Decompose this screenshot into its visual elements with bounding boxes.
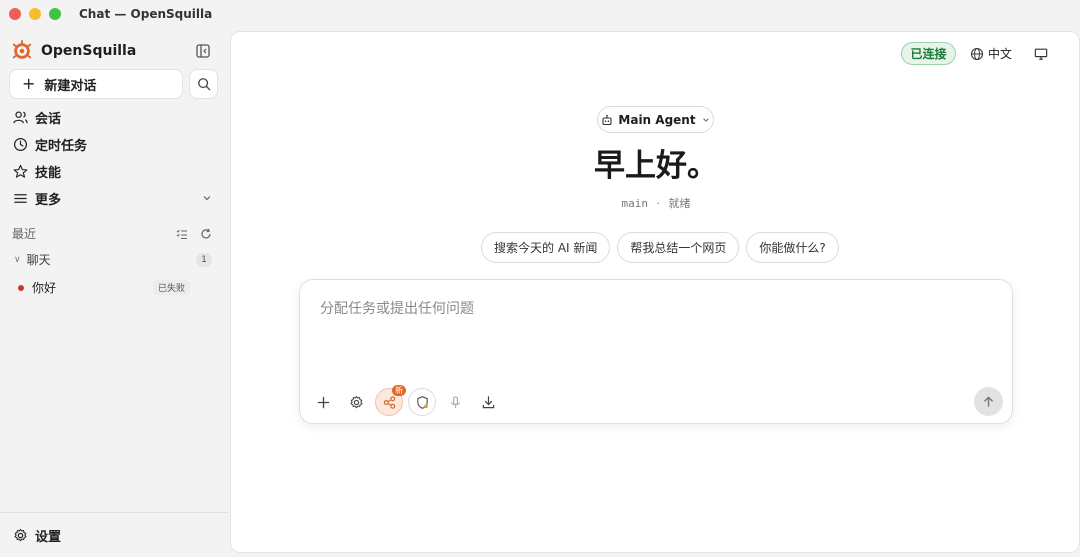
close-window-button[interactable]	[9, 8, 21, 20]
window-title: Chat — OpenSquilla	[79, 7, 213, 21]
robot-icon	[602, 114, 612, 125]
clock-icon	[13, 137, 28, 151]
error-dot-icon	[18, 284, 24, 291]
brand: OpenSquilla	[11, 40, 136, 62]
suggestion-chip[interactable]: 帮我总结一个网页	[617, 232, 740, 263]
sidebar-item-label: 更多	[35, 192, 62, 208]
download-icon	[482, 395, 494, 408]
microphone-icon	[450, 395, 460, 408]
sidebar-item-label: 技能	[35, 165, 62, 181]
new-chat-label: 新建对话	[44, 78, 97, 94]
agent-id: main	[621, 197, 649, 210]
sidebar-item-label: 会话	[35, 111, 62, 127]
new-chat-button[interactable]: + 新建对话	[9, 69, 183, 99]
users-icon	[13, 110, 28, 123]
greeting-title: 早上好。	[594, 148, 718, 184]
sidebar-item-label: 定时任务	[35, 138, 88, 154]
agent-selector-label: Main Agent	[618, 112, 696, 127]
chevron-down-icon	[702, 117, 709, 122]
settings-button[interactable]: 设置	[13, 526, 61, 545]
recent-header: 最近	[12, 225, 212, 242]
main-panel: 已连接 中文 Main Agent 早上好。 main · 就绪 搜索今天的 A…	[230, 31, 1080, 553]
send-button[interactable]	[974, 387, 1003, 416]
chat-title: 你好	[32, 281, 57, 295]
squid-logo-icon	[12, 40, 32, 59]
safety-tool-button[interactable]	[408, 388, 436, 416]
agent-status-line: main · 就绪	[231, 195, 1080, 211]
message-composer: 新	[299, 279, 1013, 424]
app-window: Chat — OpenSquilla OpenSquilla + 新建对话 会话…	[0, 0, 1080, 557]
arrow-up-icon	[984, 396, 993, 407]
plus-icon	[317, 396, 329, 408]
sidebar-item-more[interactable]: 更多	[13, 188, 218, 208]
status-badge: 已失败	[152, 280, 190, 295]
attach-button[interactable]	[309, 388, 337, 416]
recent-label: 最近	[12, 227, 37, 241]
status-separator: ·	[656, 197, 661, 210]
chat-group-row[interactable]: ∨ 聊天 1	[14, 251, 212, 268]
shield-icon	[416, 395, 428, 409]
sidebar-divider	[0, 512, 228, 513]
settings-tool-button[interactable]	[342, 388, 370, 416]
share-tool-button[interactable]: 新	[375, 385, 406, 416]
download-button[interactable]	[474, 388, 502, 416]
plus-icon: +	[22, 74, 36, 93]
minimize-window-button[interactable]	[29, 8, 41, 20]
brand-name: OpenSquilla	[41, 43, 137, 59]
chat-group-count: 1	[196, 252, 212, 267]
search-icon	[197, 78, 210, 91]
list-item[interactable]: 你好 已失败	[18, 279, 190, 296]
search-button[interactable]	[189, 69, 218, 99]
sidebar-item-scheduled-tasks[interactable]: 定时任务	[13, 134, 218, 154]
suggestion-chips: 搜索今天的 AI 新闻 帮我总结一个网页 你能做什么?	[481, 232, 839, 263]
zoom-window-button[interactable]	[49, 8, 61, 20]
agent-state: 就绪	[668, 197, 691, 210]
language-switch-button[interactable]: 中文	[970, 45, 1012, 62]
title-bar: Chat — OpenSquilla	[0, 0, 1080, 28]
message-input[interactable]	[320, 298, 990, 378]
chat-group-label: 聊天	[26, 253, 51, 267]
globe-icon	[970, 47, 984, 60]
share-nodes-icon	[383, 395, 395, 409]
microphone-button[interactable]	[441, 388, 469, 416]
chevron-down-icon: ∨	[14, 254, 21, 265]
sidebar-item-sessions[interactable]: 会话	[13, 107, 218, 127]
suggestion-chip[interactable]: 搜索今天的 AI 新闻	[481, 232, 611, 263]
menu-icon	[14, 193, 27, 203]
window-controls	[9, 8, 61, 20]
list-check-icon[interactable]	[176, 228, 188, 240]
sidebar-toggle-icon[interactable]	[195, 43, 211, 59]
chevron-down-icon	[203, 196, 211, 201]
gear-icon	[14, 528, 27, 542]
agent-selector[interactable]: Main Agent	[597, 106, 714, 133]
refresh-icon[interactable]	[200, 228, 212, 240]
connection-status-badge: 已连接	[901, 42, 956, 65]
language-label: 中文	[988, 47, 1013, 61]
star-icon	[13, 164, 28, 178]
settings-label: 设置	[35, 530, 62, 545]
suggestion-chip[interactable]: 你能做什么?	[746, 232, 839, 263]
new-badge: 新	[392, 385, 406, 396]
gear-icon	[349, 395, 363, 408]
sidebar: OpenSquilla + 新建对话 会话 定时任务 技能 更多 最近 ∨ 聊天…	[0, 28, 228, 557]
monitor-icon[interactable]	[1034, 47, 1048, 61]
sidebar-item-skills[interactable]: 技能	[13, 161, 218, 181]
